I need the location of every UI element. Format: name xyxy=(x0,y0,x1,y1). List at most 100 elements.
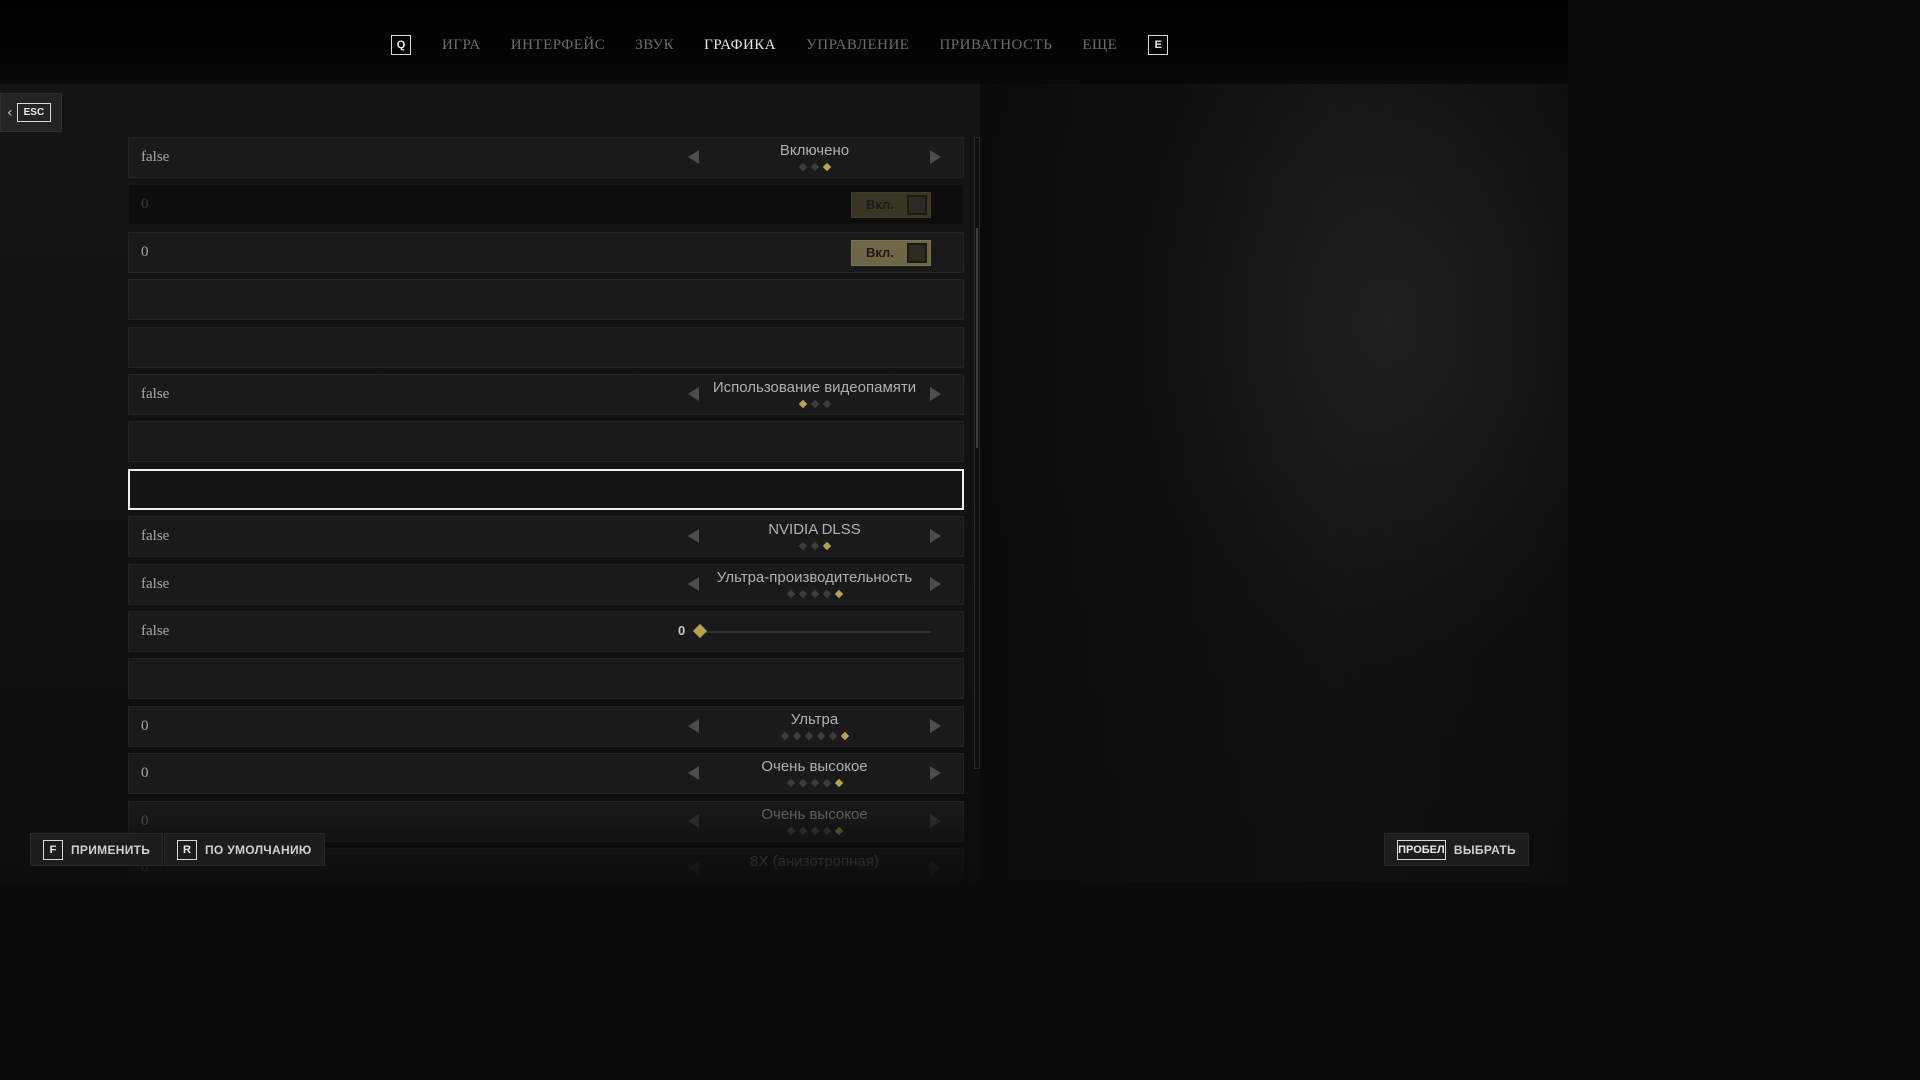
setting-row[interactable] xyxy=(128,326,964,368)
option-dot xyxy=(786,778,795,788)
setting-row[interactable]: false NVIDIA DLSS xyxy=(128,516,964,558)
option-dot xyxy=(834,826,843,835)
arrow-right-icon[interactable] xyxy=(930,150,941,164)
tab-controls[interactable]: УПРАВЛЕНИЕ xyxy=(806,37,909,54)
option-dot xyxy=(822,589,831,598)
option-dot xyxy=(798,826,807,835)
arrow-right-icon[interactable] xyxy=(930,387,941,401)
setting-label: 0 xyxy=(141,243,149,260)
toggle-switch[interactable]: Вкл. xyxy=(851,239,931,266)
setting-label: false xyxy=(141,386,170,402)
selector-value: Ультра xyxy=(790,710,839,728)
selector-value: 8X (анизотропная) xyxy=(750,853,879,870)
setting-row[interactable]: false Использование видеопамяти xyxy=(128,374,964,415)
arrow-left-icon[interactable] xyxy=(688,813,699,828)
option-dot xyxy=(834,778,843,788)
arrow-left-icon[interactable] xyxy=(688,387,699,401)
option-dot xyxy=(810,399,819,409)
option-dot xyxy=(834,589,843,598)
option-dot xyxy=(828,731,837,741)
settings-list: false Включено 0 Вкл. 0 Вкл. false Использовани… xyxy=(128,137,965,882)
setting-row[interactable]: 0 Вкл. xyxy=(128,184,964,226)
arrow-right-icon[interactable] xyxy=(930,813,941,828)
setting-row[interactable]: false Ультра-производительность xyxy=(128,563,964,605)
option-dot xyxy=(798,541,807,551)
scrollbar-thumb[interactable] xyxy=(976,228,978,448)
settings-scrollbar[interactable] xyxy=(974,137,980,769)
arrow-left-icon[interactable] xyxy=(688,766,699,781)
toggle-label: Вкл. xyxy=(866,244,894,260)
option-dot xyxy=(798,589,807,598)
selector-value: Очень высокое xyxy=(761,805,868,823)
selector-value: NVIDIA DLSS xyxy=(768,521,861,539)
esc-key: ESC xyxy=(16,103,52,122)
slider-handle[interactable] xyxy=(692,623,708,639)
arrow-left-icon[interactable] xyxy=(688,718,699,733)
tab-more[interactable]: ЕЩЕ xyxy=(1082,37,1117,54)
selector-value: Очень высокое xyxy=(761,758,868,776)
defaults-button[interactable]: R ПО УМОЛЧАНИЮ xyxy=(164,833,325,866)
setting-label: 0 xyxy=(141,765,149,782)
option-dot xyxy=(822,541,831,551)
option-dot xyxy=(810,778,819,788)
toggle-label: Вкл. xyxy=(866,197,894,213)
option-dot xyxy=(810,826,819,835)
arrow-right-icon[interactable] xyxy=(930,529,941,544)
tab-game[interactable]: ИГРА xyxy=(442,37,481,54)
tab-interface[interactable]: ИНТЕРФЕЙС xyxy=(511,37,605,54)
setting-label: 0 xyxy=(141,717,149,734)
arrow-left-icon[interactable] xyxy=(688,861,699,875)
option-indicator xyxy=(699,731,930,741)
defaults-key: R xyxy=(177,839,197,860)
prev-tab-key[interactable]: Q xyxy=(391,35,411,55)
setting-row[interactable]: 0 Ультра xyxy=(128,705,964,747)
toggle-switch: Вкл. xyxy=(851,192,931,219)
option-dot xyxy=(786,826,795,835)
setting-label: false xyxy=(141,575,170,592)
arrow-left-icon[interactable] xyxy=(688,576,699,591)
tab-sound[interactable]: ЗВУК xyxy=(635,37,674,54)
setting-row[interactable]: 0 Очень высокое xyxy=(128,753,964,795)
option-dot xyxy=(780,731,789,741)
option-dot xyxy=(810,162,819,172)
apply-key: F xyxy=(43,839,63,860)
setting-label: 0 xyxy=(141,196,149,213)
option-indicator xyxy=(699,162,930,172)
next-tab-key[interactable]: E xyxy=(1148,35,1169,55)
option-dot xyxy=(804,731,813,741)
option-dot xyxy=(822,399,831,409)
arrow-right-icon[interactable] xyxy=(930,861,941,875)
arrow-left-icon[interactable] xyxy=(688,150,699,164)
apply-label: ПРИМЕНИТЬ xyxy=(71,842,151,857)
setting-row[interactable] xyxy=(128,658,964,700)
setting-label: false xyxy=(141,528,170,545)
arrow-left-icon[interactable] xyxy=(688,529,699,544)
slider-track[interactable] xyxy=(701,631,931,633)
setting-row[interactable] xyxy=(128,421,964,463)
setting-row[interactable] xyxy=(128,468,964,510)
apply-button[interactable]: F ПРИМЕНИТЬ xyxy=(30,833,164,866)
option-indicator xyxy=(699,826,930,835)
setting-label: false xyxy=(141,623,170,639)
arrow-right-icon[interactable] xyxy=(930,576,941,591)
setting-row[interactable]: false 0 xyxy=(128,611,964,652)
setting-label: 0 xyxy=(141,812,149,829)
arrow-right-icon[interactable] xyxy=(930,766,941,781)
option-dot xyxy=(822,162,831,172)
select-button[interactable]: ПРОБЕЛ ВЫБРАТЬ xyxy=(1384,833,1529,866)
tab-graphics[interactable]: ГРАФИКА xyxy=(704,37,776,54)
option-dot xyxy=(792,731,801,741)
option-dot xyxy=(840,731,849,741)
setting-row[interactable]: 0 Вкл. xyxy=(128,231,964,273)
tab-privacy[interactable]: ПРИВАТНОСТЬ xyxy=(939,37,1052,54)
setting-row[interactable]: false Включено xyxy=(128,137,964,178)
slider-value: 0 xyxy=(678,623,686,638)
option-dot xyxy=(798,399,807,409)
setting-row[interactable] xyxy=(128,279,964,321)
option-indicator xyxy=(699,399,930,409)
option-dot xyxy=(786,589,795,598)
background-scene xyxy=(980,80,1568,882)
option-dot xyxy=(810,589,819,598)
back-button[interactable]: ‹ ESC xyxy=(0,93,62,132)
arrow-right-icon[interactable] xyxy=(930,718,941,733)
